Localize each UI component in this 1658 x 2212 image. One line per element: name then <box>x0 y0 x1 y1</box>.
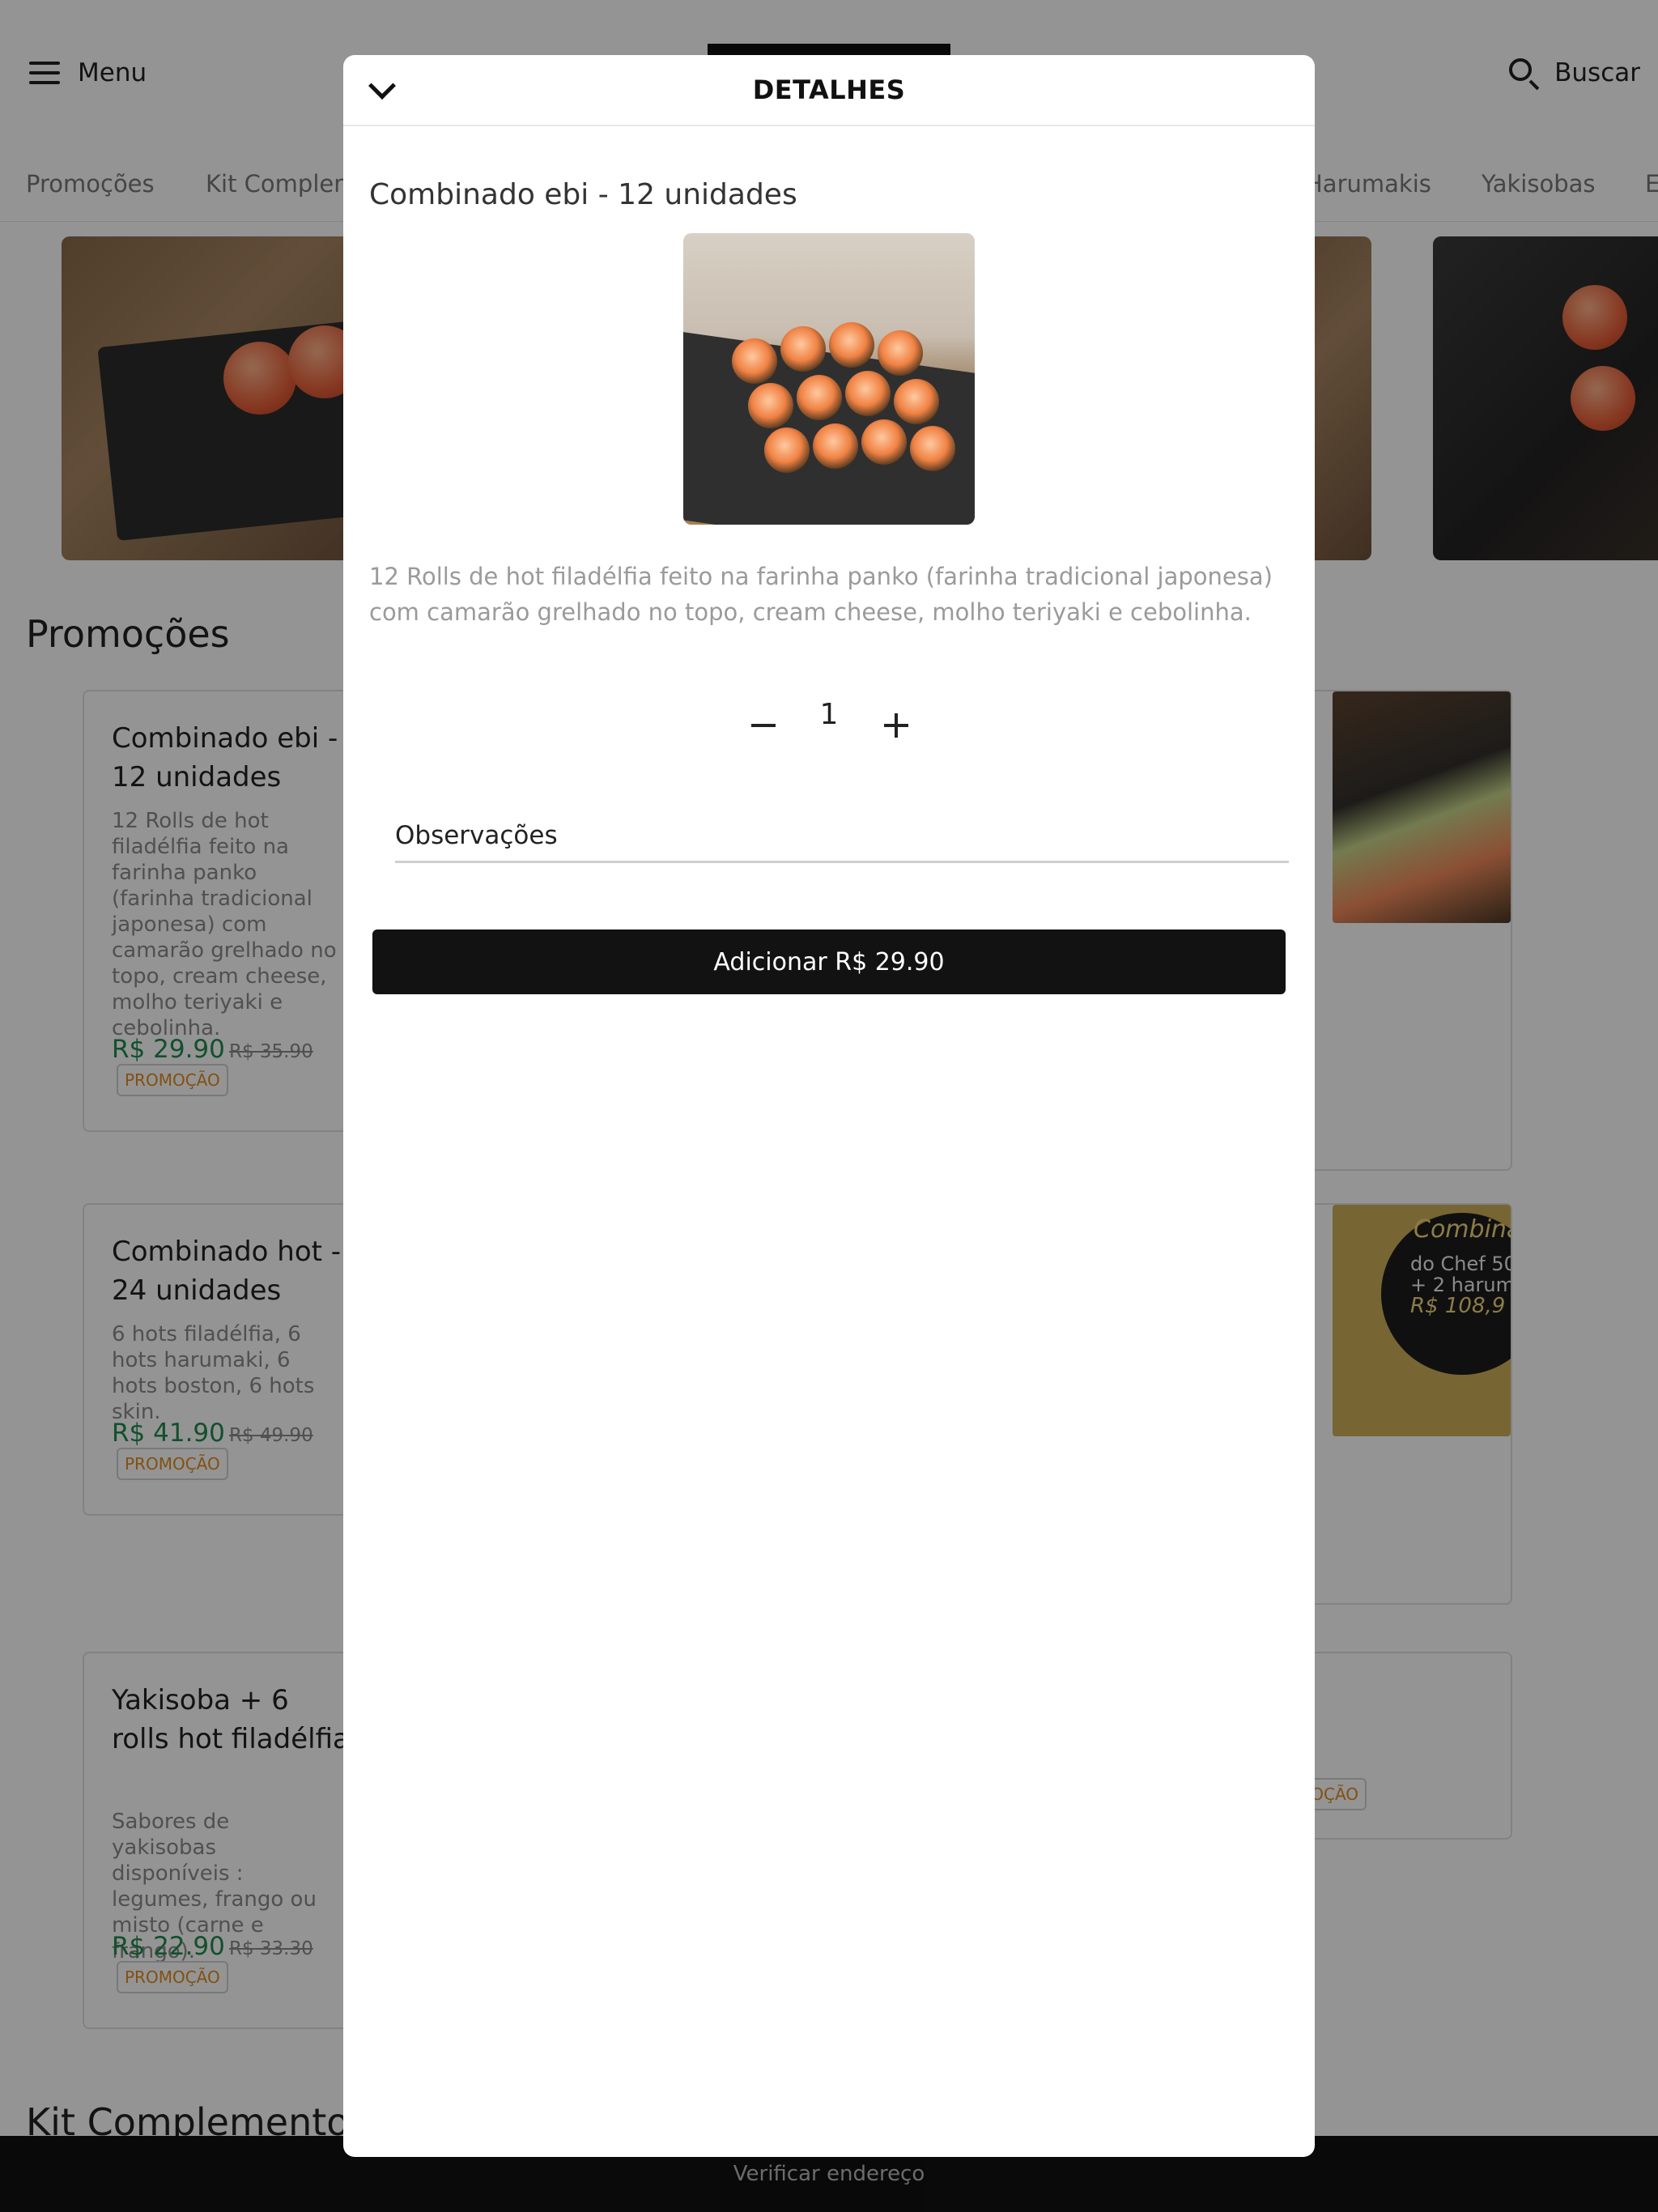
product-name: Combinado ebi - 12 unidades <box>369 178 797 211</box>
modal-header: DETALHES <box>343 55 1315 126</box>
quantity-value: 1 <box>819 698 839 731</box>
product-description: 12 Rolls de hot filadélfia feito na fari… <box>369 563 1273 626</box>
minus-icon[interactable] <box>738 695 787 743</box>
product-image <box>683 233 975 525</box>
quantity-stepper: 1 <box>343 695 1315 743</box>
product-details-modal: DETALHES Combinado ebi - 12 unidades 12 … <box>343 55 1315 2157</box>
modal-title: DETALHES <box>752 74 906 105</box>
add-to-cart-button[interactable]: Adicionar R$ 29.90 <box>372 929 1286 994</box>
notes-field[interactable] <box>395 810 1289 863</box>
plus-icon[interactable] <box>871 695 920 743</box>
